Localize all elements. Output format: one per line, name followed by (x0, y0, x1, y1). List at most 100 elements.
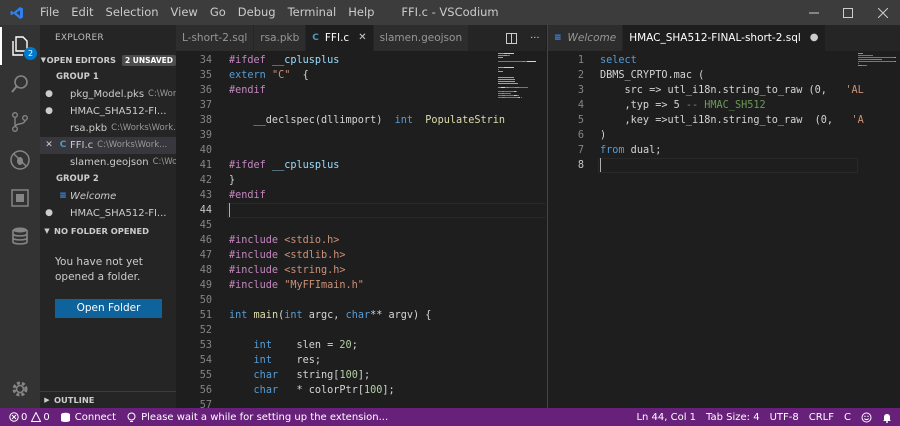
minimap-mark (520, 97, 523, 98)
notifications-button[interactable] (877, 412, 900, 423)
language-mode[interactable]: C (839, 412, 856, 423)
more-actions-icon[interactable]: ··· (530, 33, 540, 44)
outline-label: OUTLINE (54, 395, 95, 405)
extensions-activity[interactable] (0, 179, 40, 217)
outline-header[interactable]: ▶ OUTLINE (40, 391, 176, 408)
code-token: __declspec(dllimport) (229, 115, 395, 126)
code-line: #ifdef __cplusplus (229, 53, 339, 68)
explorer-activity[interactable]: 2 (0, 27, 40, 65)
minimap-mark (504, 93, 512, 94)
line-number: 1 (577, 55, 584, 66)
editor-tab[interactable]: C FFI.c ✕ (306, 25, 374, 51)
group-1-header[interactable]: GROUP 1 (40, 69, 176, 86)
unsaved-dot-icon[interactable]: ● (40, 103, 56, 120)
code-token: ) (600, 130, 607, 141)
menu-item-help[interactable]: Help (342, 0, 380, 25)
database-icon (12, 227, 28, 245)
sidebar-title: EXPLORER (55, 33, 104, 43)
code-token: int (284, 310, 303, 321)
menu-item-file[interactable]: File (34, 0, 65, 25)
debug-activity[interactable] (0, 141, 40, 179)
connect-status[interactable]: Connect (55, 412, 121, 423)
editor-tab[interactable]: L-short-2.sql (176, 25, 255, 51)
code-line: ) (600, 128, 606, 143)
open-editors-header[interactable]: ▼ OPEN EDITORS 2 UNSAVED (40, 51, 176, 69)
open-editor-path: C:\Works\Work... (111, 123, 176, 133)
database-activity[interactable] (0, 217, 40, 255)
menu-item-selection[interactable]: Selection (100, 0, 165, 25)
menu-item-edit[interactable]: Edit (65, 0, 99, 25)
gear-icon (12, 381, 28, 397)
no-folder-header[interactable]: ▼ NO FOLDER OPENED (40, 222, 176, 240)
code-line: from dual; (600, 143, 661, 158)
feedback-button[interactable] (856, 412, 877, 423)
warning-count: 0 (43, 411, 50, 423)
unsaved-dot-icon[interactable]: ● (810, 25, 819, 51)
line-number: 46 (199, 235, 212, 246)
group-2-header[interactable]: GROUP 2 (40, 171, 176, 188)
open-editor-item[interactable]: ≡ Welcome (40, 188, 176, 205)
menu-item-view[interactable]: View (165, 0, 204, 25)
search-activity[interactable] (0, 65, 40, 103)
minimize-button[interactable] (797, 0, 831, 25)
editor-tab[interactable]: HMAC_SHA512-FINAL-short-2.sql ● (623, 25, 826, 51)
code-token: #endif (229, 190, 266, 201)
line-number: 36 (199, 85, 212, 96)
editor-tab[interactable]: rsa.pkb (254, 25, 307, 51)
code-token: 100 (363, 385, 383, 396)
open-editor-item[interactable]: ● pkg_Model.pksC:\Works\W... (40, 86, 176, 103)
code-token: src => utl_i18n.string_to_raw (0, (600, 85, 846, 96)
tab-size[interactable]: Tab Size: 4 (701, 412, 765, 423)
code-line: select (600, 53, 637, 68)
cursor-position[interactable]: Ln 44, Col 1 (631, 412, 701, 423)
no-folder-label: NO FOLDER OPENED (54, 226, 150, 236)
split-editor-icon[interactable] (506, 32, 518, 44)
end-of-line[interactable]: CRLF (804, 412, 839, 423)
editor-tab[interactable]: slamen.geojson (373, 25, 470, 51)
source-control-activity[interactable] (0, 103, 40, 141)
code-token: * colorPtr[ (278, 385, 364, 396)
problems-status[interactable]: 0 0 (0, 412, 55, 423)
open-editor-name: FFI.c (70, 140, 94, 151)
open-editor-item[interactable]: rsa.pkb C:\Works\Work... (40, 120, 176, 137)
menu-item-terminal[interactable]: Terminal (282, 0, 343, 25)
minimap-mark (858, 63, 859, 64)
open-editor-path: C:\Works\W... (148, 89, 176, 99)
minimap-left[interactable] (498, 53, 536, 173)
minimap-mark (498, 77, 507, 78)
code-token: from (600, 145, 625, 156)
open-editor-item[interactable]: ● HMAC_SHA512-FI... (40, 205, 176, 222)
open-editor-item[interactable]: ✕ C FFI.c C:\Works\Work... (40, 137, 176, 154)
code-token: char (253, 370, 279, 381)
maximize-icon (843, 7, 853, 18)
open-folder-button[interactable]: Open Folder (55, 299, 162, 318)
maximize-button[interactable] (831, 0, 865, 25)
minimap-mark (498, 69, 499, 70)
menu-item-debug[interactable]: Debug (232, 0, 282, 25)
code-line: #include <stdlib.h> (229, 248, 346, 263)
code-token: ]; (382, 385, 395, 396)
code-line: char string[100]; (229, 368, 371, 383)
close-window-button[interactable] (866, 0, 900, 25)
minimap-mark (894, 57, 896, 58)
unsaved-dot-icon[interactable]: ● (40, 205, 56, 222)
line-number: 48 (199, 265, 212, 276)
settings-activity[interactable] (0, 370, 40, 408)
close-icon[interactable]: ✕ (358, 25, 366, 51)
bell-icon (883, 413, 891, 423)
menu-item-go[interactable]: Go (204, 0, 232, 25)
minimap-mark (518, 87, 528, 88)
extensions-icon (11, 189, 29, 207)
close-icon[interactable]: ✕ (40, 137, 56, 154)
minimap-mark (498, 71, 504, 72)
minimap-right[interactable] (858, 53, 896, 173)
encoding[interactable]: UTF-8 (765, 412, 804, 423)
minimap-mark (498, 81, 507, 82)
editor-tab[interactable]: ≡ Welcome (548, 25, 624, 51)
code-token: PopulateStrin (425, 115, 506, 126)
code-token: "C" (271, 70, 291, 81)
open-editor-item[interactable]: ● HMAC_SHA512-FI... (40, 103, 176, 120)
unsaved-dot-icon[interactable]: ● (40, 86, 56, 103)
open-editor-item[interactable]: slamen.geojsonC:\Works\... (40, 154, 176, 171)
minimap-mark (870, 59, 883, 60)
